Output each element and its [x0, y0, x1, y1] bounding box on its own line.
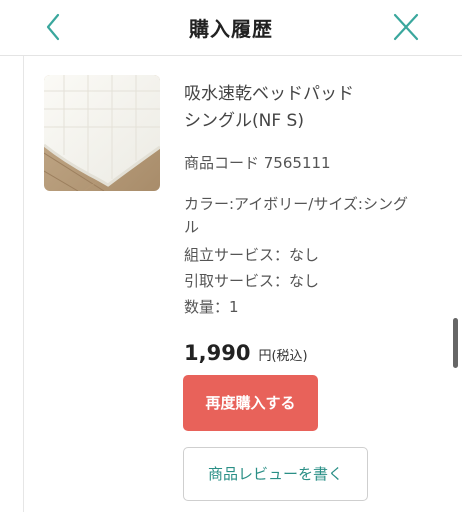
product-code: 商品コード 7565111	[184, 154, 331, 172]
product-name[interactable]: 吸水速乾ベッドパッド シングル(NF S)	[184, 81, 434, 135]
close-icon	[393, 13, 419, 41]
price: 1,990 円(税込)	[184, 341, 308, 365]
scrollbar-thumb[interactable]	[453, 318, 458, 368]
product-name-line1: 吸水速乾ベッドパッド	[184, 84, 354, 104]
quilted-mattress-pad-thumbnail	[44, 75, 160, 191]
write-review-button[interactable]: 商品レビューを書く	[183, 447, 368, 501]
rebuy-button[interactable]: 再度購入する	[183, 375, 318, 431]
product-name-line2: シングル(NF S)	[184, 111, 304, 131]
price-amount: 1,990	[184, 341, 251, 365]
top-bar: 購入履歴	[0, 0, 462, 56]
product-image[interactable]	[44, 75, 160, 191]
quantity-spec: 数量：1	[184, 298, 239, 316]
color-size-spec: カラー:アイボリー/サイズ:シングル	[184, 195, 408, 236]
close-button[interactable]	[388, 10, 424, 44]
assembly-service-spec: 組立サービス：なし	[184, 246, 320, 264]
divider	[23, 56, 24, 512]
removal-service-spec: 引取サービス：なし	[184, 272, 320, 290]
price-unit: 円(税込)	[258, 349, 308, 364]
